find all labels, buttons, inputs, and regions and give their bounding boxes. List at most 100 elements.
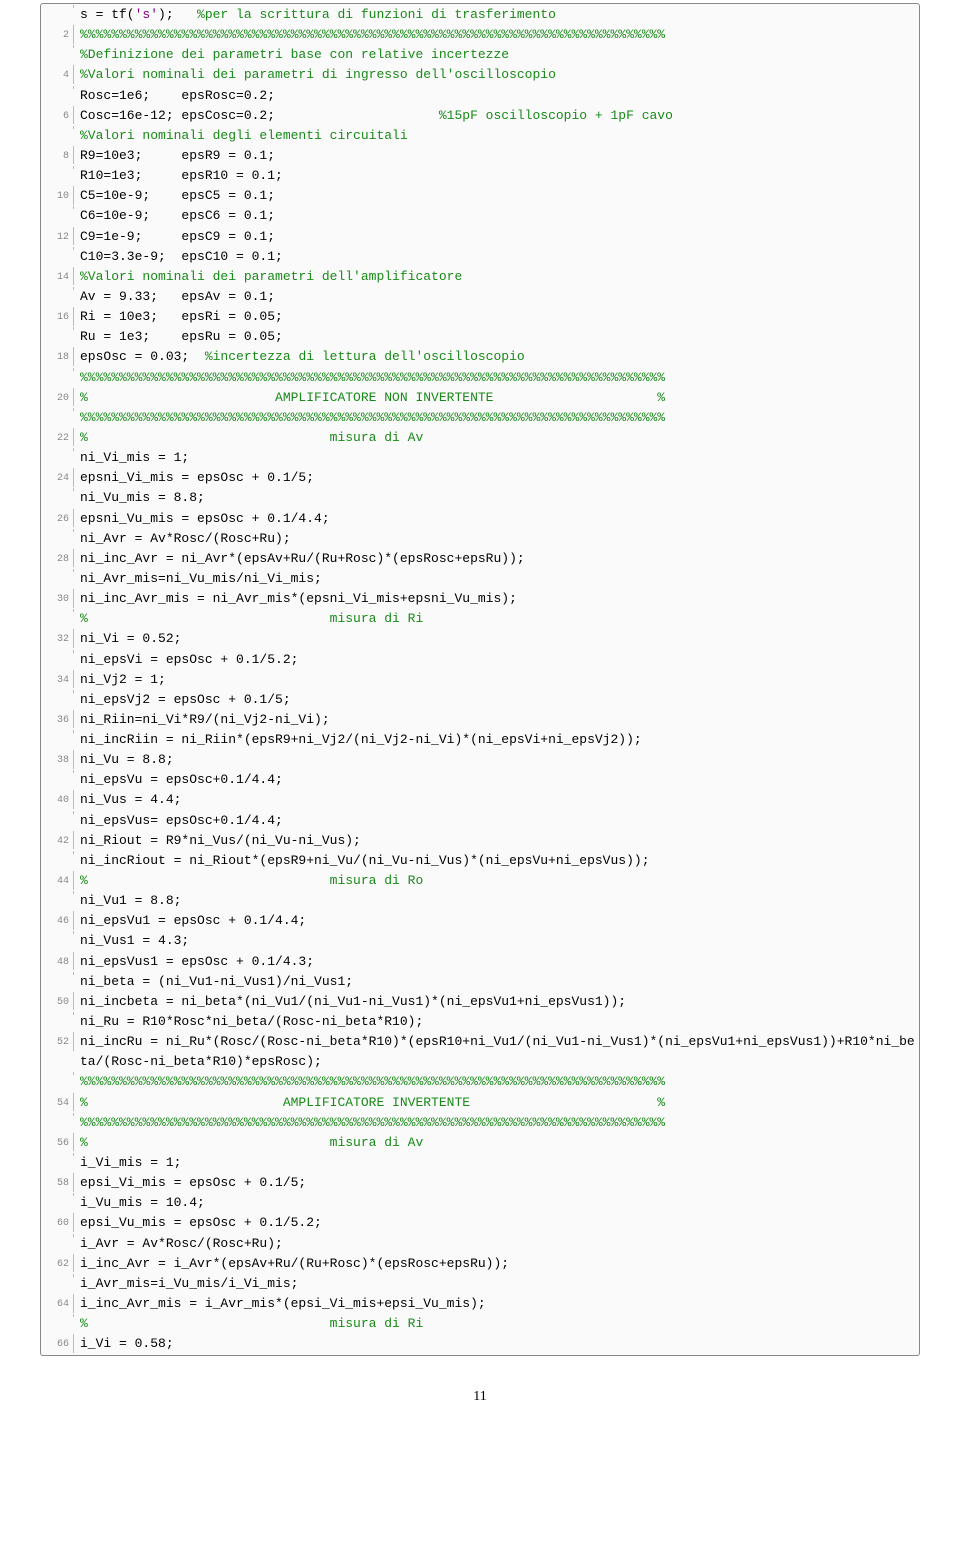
code-content: %Valori nominali dei parametri dell'ampl… bbox=[74, 267, 919, 287]
code-line: 18epsOsc = 0.03; %incertezza di lettura … bbox=[41, 347, 919, 367]
code-content: % misura di Ri bbox=[74, 1314, 919, 1334]
line-number bbox=[41, 408, 74, 411]
code-content: C5=10e-9; epsC5 = 0.1; bbox=[74, 186, 919, 206]
code-content: %%%%%%%%%%%%%%%%%%%%%%%%%%%%%%%%%%%%%%%%… bbox=[74, 408, 919, 428]
code-content: %%%%%%%%%%%%%%%%%%%%%%%%%%%%%%%%%%%%%%%%… bbox=[74, 1072, 919, 1092]
code-line: 36ni_Riin=ni_Vi*R9/(ni_Vj2-ni_Vi); bbox=[41, 710, 919, 730]
code-content: ni_Avr_mis=ni_Vu_mis/ni_Vi_mis; bbox=[74, 569, 919, 589]
code-line: %Definizione dei parametri base con rela… bbox=[41, 45, 919, 65]
code-content: C9=1e-9; epsC9 = 0.1; bbox=[74, 227, 919, 247]
code-content: % AMPLIFICATORE NON INVERTENTE % bbox=[74, 388, 919, 408]
line-number: 10 bbox=[41, 186, 74, 205]
line-number: 12 bbox=[41, 227, 74, 246]
line-number bbox=[41, 287, 74, 290]
code-content: ni_epsVj2 = epsOsc + 0.1/5; bbox=[74, 690, 919, 710]
code-line: C10=3.3e-9; epsC10 = 0.1; bbox=[41, 247, 919, 267]
code-line: 28ni_inc_Avr = ni_Avr*(epsAv+Ru/(Ru+Rosc… bbox=[41, 549, 919, 569]
code-content: i_Vi_mis = 1; bbox=[74, 1153, 919, 1173]
code-content: ni_epsVu = epsOsc+0.1/4.4; bbox=[74, 770, 919, 790]
line-number bbox=[41, 529, 74, 532]
code-line: 56% misura di Av bbox=[41, 1133, 919, 1153]
code-line: i_Avr = Av*Rosc/(Rosc+Ru); bbox=[41, 1234, 919, 1254]
code-content: ni_incRu = ni_Ru*(Rosc/(Rosc-ni_beta*R10… bbox=[74, 1032, 919, 1072]
code-line: 64i_inc_Avr_mis = i_Avr_mis*(epsi_Vi_mis… bbox=[41, 1294, 919, 1314]
code-line: 24epsni_Vi_mis = epsOsc + 0.1/5; bbox=[41, 468, 919, 488]
code-content: epsOsc = 0.03; %incertezza di lettura de… bbox=[74, 347, 919, 367]
line-number bbox=[41, 770, 74, 773]
line-number: 36 bbox=[41, 710, 74, 729]
line-number: 40 bbox=[41, 790, 74, 809]
code-content: epsi_Vu_mis = epsOsc + 0.1/5.2; bbox=[74, 1213, 919, 1233]
code-content: Rosc=1e6; epsRosc=0.2; bbox=[74, 86, 919, 106]
code-content: i_Vu_mis = 10.4; bbox=[74, 1193, 919, 1213]
line-number bbox=[41, 1314, 74, 1317]
code-content: ni_beta = (ni_Vu1-ni_Vus1)/ni_Vus1; bbox=[74, 972, 919, 992]
code-content: ni_Vus1 = 4.3; bbox=[74, 931, 919, 951]
page-number: 11 bbox=[40, 1386, 920, 1408]
code-content: s = tf('s'); %per la scrittura di funzio… bbox=[74, 5, 919, 25]
code-line: % misura di Ri bbox=[41, 609, 919, 629]
code-content: i_Vi = 0.58; bbox=[74, 1334, 919, 1354]
code-line: i_Avr_mis=i_Vu_mis/i_Vi_mis; bbox=[41, 1274, 919, 1294]
code-line: 60epsi_Vu_mis = epsOsc + 0.1/5.2; bbox=[41, 1213, 919, 1233]
line-number: 62 bbox=[41, 1254, 74, 1273]
code-content: Cosc=16e-12; epsCosc=0.2; %15pF oscillos… bbox=[74, 106, 919, 126]
code-line: 62i_inc_Avr = i_Avr*(epsAv+Ru/(Ru+Rosc)*… bbox=[41, 1254, 919, 1274]
code-content: %%%%%%%%%%%%%%%%%%%%%%%%%%%%%%%%%%%%%%%%… bbox=[74, 1113, 919, 1133]
code-content: ni_Vu_mis = 8.8; bbox=[74, 488, 919, 508]
line-number bbox=[41, 690, 74, 693]
code-content: ni_Vus = 4.4; bbox=[74, 790, 919, 810]
code-line: %%%%%%%%%%%%%%%%%%%%%%%%%%%%%%%%%%%%%%%%… bbox=[41, 368, 919, 388]
line-number bbox=[41, 166, 74, 169]
code-line: ni_Vu_mis = 8.8; bbox=[41, 488, 919, 508]
code-content: ni_Vu1 = 8.8; bbox=[74, 891, 919, 911]
code-line: 4%Valori nominali dei parametri di ingre… bbox=[41, 65, 919, 85]
code-line: 40ni_Vus = 4.4; bbox=[41, 790, 919, 810]
line-number: 20 bbox=[41, 388, 74, 407]
line-number: 50 bbox=[41, 992, 74, 1011]
line-number: 4 bbox=[41, 65, 74, 84]
code-line: 50ni_incbeta = ni_beta*(ni_Vu1/(ni_Vu1-n… bbox=[41, 992, 919, 1012]
code-line: Rosc=1e6; epsRosc=0.2; bbox=[41, 86, 919, 106]
code-content: % misura di Av bbox=[74, 1133, 919, 1153]
line-number: 58 bbox=[41, 1173, 74, 1192]
code-line: ni_Ru = R10*Rosc*ni_beta/(Rosc-ni_beta*R… bbox=[41, 1012, 919, 1032]
code-line: ni_Avr = Av*Rosc/(Rosc+Ru); bbox=[41, 529, 919, 549]
code-line: 6Cosc=16e-12; epsCosc=0.2; %15pF oscillo… bbox=[41, 106, 919, 126]
code-line: ni_incRiout = ni_Riout*(epsR9+ni_Vu/(ni_… bbox=[41, 851, 919, 871]
code-line: 34ni_Vj2 = 1; bbox=[41, 670, 919, 690]
code-content: i_inc_Avr_mis = i_Avr_mis*(epsi_Vi_mis+e… bbox=[74, 1294, 919, 1314]
code-content: ni_Vi = 0.52; bbox=[74, 629, 919, 649]
line-number: 56 bbox=[41, 1133, 74, 1152]
line-number bbox=[41, 972, 74, 975]
code-line: %Valori nominali degli elementi circuita… bbox=[41, 126, 919, 146]
code-content: R9=10e3; epsR9 = 0.1; bbox=[74, 146, 919, 166]
code-content: ni_epsVus= epsOsc+0.1/4.4; bbox=[74, 811, 919, 831]
line-number: 38 bbox=[41, 750, 74, 769]
code-line: ni_Vus1 = 4.3; bbox=[41, 931, 919, 951]
line-number: 16 bbox=[41, 307, 74, 326]
code-line: % misura di Ri bbox=[41, 1314, 919, 1334]
code-content: C6=10e-9; epsC6 = 0.1; bbox=[74, 206, 919, 226]
code-content: i_Avr_mis=i_Vu_mis/i_Vi_mis; bbox=[74, 1274, 919, 1294]
code-content: Av = 9.33; epsAv = 0.1; bbox=[74, 287, 919, 307]
line-number: 52 bbox=[41, 1032, 74, 1051]
line-number bbox=[41, 5, 74, 8]
code-line: 2%%%%%%%%%%%%%%%%%%%%%%%%%%%%%%%%%%%%%%%… bbox=[41, 25, 919, 45]
code-line: 66i_Vi = 0.58; bbox=[41, 1334, 919, 1354]
line-number: 42 bbox=[41, 831, 74, 850]
line-number: 6 bbox=[41, 106, 74, 125]
code-line: 16Ri = 10e3; epsRi = 0.05; bbox=[41, 307, 919, 327]
line-number bbox=[41, 1113, 74, 1116]
code-content: i_inc_Avr = i_Avr*(epsAv+Ru/(Ru+Rosc)*(e… bbox=[74, 1254, 919, 1274]
code-line: %%%%%%%%%%%%%%%%%%%%%%%%%%%%%%%%%%%%%%%%… bbox=[41, 408, 919, 428]
code-line: %%%%%%%%%%%%%%%%%%%%%%%%%%%%%%%%%%%%%%%%… bbox=[41, 1072, 919, 1092]
code-line: ni_epsVu = epsOsc+0.1/4.4; bbox=[41, 770, 919, 790]
line-number bbox=[41, 247, 74, 250]
code-content: ni_incRiin = ni_Riin*(epsR9+ni_Vj2/(ni_V… bbox=[74, 730, 919, 750]
line-number bbox=[41, 1234, 74, 1237]
line-number: 18 bbox=[41, 347, 74, 366]
code-content: % misura di Av bbox=[74, 428, 919, 448]
line-number bbox=[41, 45, 74, 48]
code-content: ni_Riin=ni_Vi*R9/(ni_Vj2-ni_Vi); bbox=[74, 710, 919, 730]
